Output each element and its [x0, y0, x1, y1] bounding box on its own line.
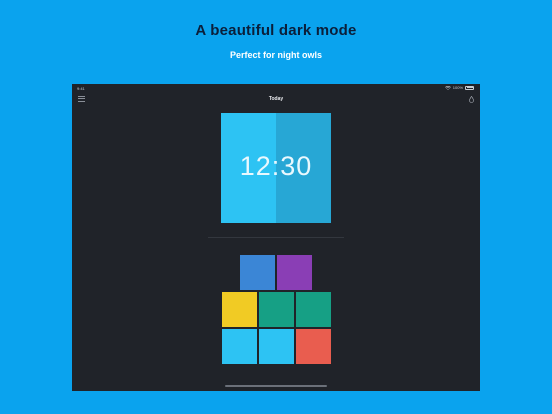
color-tile[interactable] — [222, 292, 257, 327]
clock-tile[interactable]: 12:30 — [221, 113, 331, 223]
color-tile[interactable] — [240, 255, 275, 290]
tablet-screen: 9:41 100% Today 12:30 — [72, 84, 480, 391]
battery-percent: 100% — [452, 85, 463, 90]
color-tile[interactable] — [222, 329, 257, 364]
status-indicators: 100% — [444, 85, 474, 90]
promo-headline: A beautiful dark mode — [195, 22, 357, 39]
clock-time: 12:30 — [239, 151, 313, 181]
battery-icon — [465, 85, 474, 90]
nav-bar: Today — [72, 93, 480, 107]
color-tile[interactable] — [259, 329, 294, 364]
home-indicator — [225, 385, 327, 387]
promo-subheadline: Perfect for night owls — [229, 50, 322, 60]
color-tile[interactable] — [277, 255, 312, 290]
wifi-icon — [444, 85, 451, 90]
drop-icon[interactable] — [469, 96, 474, 103]
section-divider — [208, 237, 344, 238]
status-time: 9:41 — [77, 86, 85, 91]
color-tile[interactable] — [296, 329, 331, 364]
page-title: Today — [268, 96, 284, 102]
promo-stage: A beautiful dark mode Perfect for night … — [0, 0, 552, 414]
color-tile[interactable] — [296, 292, 331, 327]
status-bar: 9:41 100% — [72, 84, 480, 93]
color-tile[interactable] — [259, 292, 294, 327]
